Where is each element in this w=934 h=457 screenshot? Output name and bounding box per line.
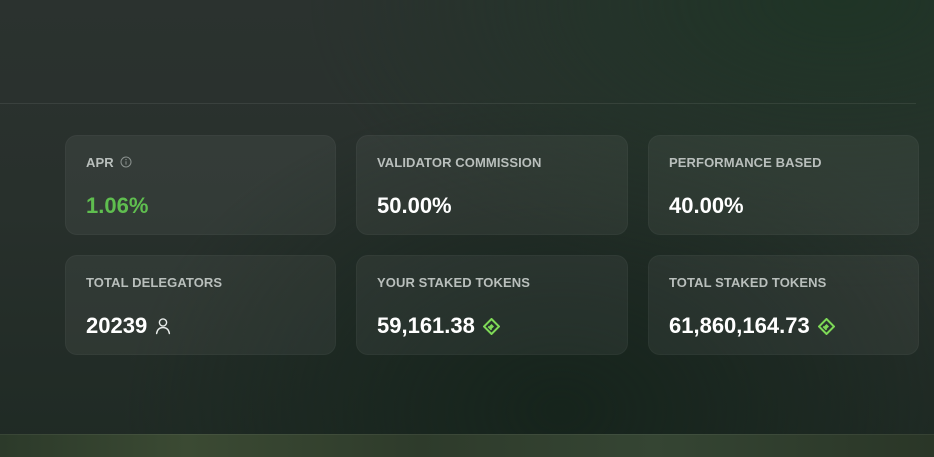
apr-label: APR [86,154,114,170]
stats-grid: APR 1.06% VALIDATOR COMMISSION 50.00% PE… [65,135,919,355]
token-icon [482,317,500,335]
bottom-background-strip [0,434,934,457]
total-staked-tokens-value-row: 61,860,164.73 [669,312,898,340]
total-staked-tokens-card: TOTAL STAKED TOKENS 61,860,164.73 [648,255,919,355]
total-delegators-value: 20239 [86,313,148,338]
total-delegators-label: TOTAL DELEGATORS [86,274,223,290]
validator-commission-label: VALIDATOR COMMISSION [377,154,542,170]
validator-commission-value: 50.00% [377,193,452,218]
performance-based-label: PERFORMANCE BASED [669,154,822,170]
apr-label-row: APR [86,154,315,170]
your-staked-tokens-label: YOUR STAKED TOKENS [377,274,531,290]
apr-card: APR 1.06% [65,135,336,235]
user-icon [156,318,171,335]
your-staked-tokens-value-row: 59,161.38 [377,312,607,340]
your-staked-tokens-card: YOUR STAKED TOKENS 59,161.38 [356,255,628,355]
total-delegators-value-row: 20239 [86,312,315,340]
section-divider [0,103,916,104]
validator-commission-card: VALIDATOR COMMISSION 50.00% [356,135,628,235]
performance-based-card: PERFORMANCE BASED 40.00% [648,135,919,235]
info-icon[interactable] [120,156,132,168]
your-staked-tokens-value: 59,161.38 [377,313,475,338]
total-staked-tokens-label: TOTAL STAKED TOKENS [669,274,827,290]
total-delegators-card: TOTAL DELEGATORS 20239 [65,255,336,355]
performance-based-value: 40.00% [669,193,744,218]
total-staked-tokens-value: 61,860,164.73 [669,313,810,338]
apr-value: 1.06% [86,193,149,218]
token-icon [817,317,835,335]
